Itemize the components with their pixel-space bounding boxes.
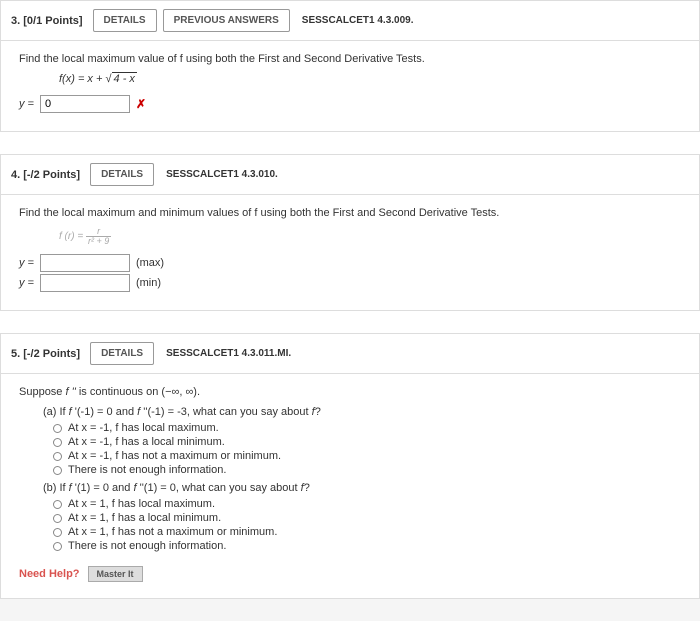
previous-answers-button[interactable]: PREVIOUS ANSWERS <box>163 9 290 32</box>
q4-prompt: Find the local maximum and minimum value… <box>19 207 681 219</box>
q5-b-option-0[interactable]: At x = 1, f has local maximum. <box>53 498 681 510</box>
q5-b-option-2[interactable]: At x = 1, f has not a maximum or minimum… <box>53 526 681 538</box>
q4-formula-lhs: f (r) = <box>59 231 83 242</box>
q5-b-option-3[interactable]: There is not enough information. <box>53 540 681 552</box>
need-help-label: Need Help? <box>19 568 80 580</box>
radical-symbol: √ <box>105 73 111 85</box>
q5-b-opt0-label: At x = 1, f has local maximum. <box>68 498 215 510</box>
q3-points: 3. [0/1 Points] <box>11 15 83 27</box>
question-5-header: 5. [-/2 Points] DETAILS SESSCALCET1 4.3.… <box>1 334 699 374</box>
q4-min-row: y = (min) <box>19 274 681 292</box>
radio-icon <box>53 466 62 475</box>
radio-icon <box>53 514 62 523</box>
q3-reference: SESSCALCET1 4.3.009. <box>302 15 414 26</box>
radio-icon <box>53 438 62 447</box>
q5-b-opt2-label: At x = 1, f has not a maximum or minimum… <box>68 526 277 538</box>
question-3-body: Find the local maximum value of f using … <box>1 41 699 131</box>
q5-b-opt3-label: There is not enough information. <box>68 540 226 552</box>
incorrect-mark-icon: ✗ <box>136 97 146 111</box>
radio-icon <box>53 424 62 433</box>
q5-reference: SESSCALCET1 4.3.011.MI. <box>166 348 291 359</box>
q3-answer-label: y = <box>19 98 34 110</box>
radio-icon <box>53 500 62 509</box>
q5-b-option-1[interactable]: At x = 1, f has a local minimum. <box>53 512 681 524</box>
q5-a-option-1[interactable]: At x = -1, f has a local minimum. <box>53 436 681 448</box>
details-button[interactable]: DETAILS <box>90 342 154 365</box>
q5-b-head: (b) If f '(1) = 0 and f ''(1) = 0, what … <box>43 482 681 494</box>
details-button[interactable]: DETAILS <box>90 163 154 186</box>
q4-max-label: y = <box>19 257 34 269</box>
q4-max-input[interactable] <box>40 254 130 272</box>
q4-max-row: y = (max) <box>19 254 681 272</box>
q3-formula: f(x) = x + √4 - x <box>59 73 681 85</box>
q4-min-label: y = <box>19 277 34 289</box>
need-help-row: Need Help? Master It <box>19 566 681 582</box>
q5-prompt: Suppose f '' is continuous on (−∞, ∞). <box>19 386 681 398</box>
q4-fraction: r r² + 9 <box>86 227 111 246</box>
q5-a-opt2-label: At x = -1, f has not a maximum or minimu… <box>68 450 281 462</box>
radio-icon <box>53 528 62 537</box>
q4-min-tag: (min) <box>136 277 161 289</box>
radio-icon <box>53 452 62 461</box>
q3-formula-lhs: f(x) = x + <box>59 73 105 85</box>
q5-a-opt3-label: There is not enough information. <box>68 464 226 476</box>
question-3-header: 3. [0/1 Points] DETAILS PREVIOUS ANSWERS… <box>1 1 699 41</box>
q4-formula: f (r) = r r² + 9 <box>59 227 681 246</box>
question-3: 3. [0/1 Points] DETAILS PREVIOUS ANSWERS… <box>0 0 700 132</box>
question-4-header: 4. [-/2 Points] DETAILS SESSCALCET1 4.3.… <box>1 155 699 195</box>
question-5: 5. [-/2 Points] DETAILS SESSCALCET1 4.3.… <box>0 333 700 599</box>
q4-frac-den: r² + 9 <box>86 237 111 246</box>
q3-prompt: Find the local maximum value of f using … <box>19 53 681 65</box>
q5-a-option-2[interactable]: At x = -1, f has not a maximum or minimu… <box>53 450 681 462</box>
q3-radicand: 4 - x <box>112 72 137 85</box>
q5-a-option-0[interactable]: At x = -1, f has local maximum. <box>53 422 681 434</box>
q5-a-opt0-label: At x = -1, f has local maximum. <box>68 422 219 434</box>
q5-a-option-3[interactable]: There is not enough information. <box>53 464 681 476</box>
details-button[interactable]: DETAILS <box>93 9 157 32</box>
question-4: 4. [-/2 Points] DETAILS SESSCALCET1 4.3.… <box>0 154 700 311</box>
q4-points: 4. [-/2 Points] <box>11 169 80 181</box>
radio-icon <box>53 542 62 551</box>
master-it-button[interactable]: Master It <box>88 566 143 582</box>
q5-a-head: (a) If f '(-1) = 0 and f ''(-1) = -3, wh… <box>43 406 681 418</box>
q4-max-tag: (max) <box>136 257 164 269</box>
question-4-body: Find the local maximum and minimum value… <box>1 195 699 310</box>
question-5-body: Suppose f '' is continuous on (−∞, ∞). (… <box>1 374 699 598</box>
q3-answer-input[interactable] <box>40 95 130 113</box>
q4-min-input[interactable] <box>40 274 130 292</box>
q4-reference: SESSCALCET1 4.3.010. <box>166 169 278 180</box>
q3-answer-row: y = ✗ <box>19 95 681 113</box>
q5-points: 5. [-/2 Points] <box>11 348 80 360</box>
q5-b-opt1-label: At x = 1, f has a local minimum. <box>68 512 221 524</box>
q5-a-opt1-label: At x = -1, f has a local minimum. <box>68 436 225 448</box>
